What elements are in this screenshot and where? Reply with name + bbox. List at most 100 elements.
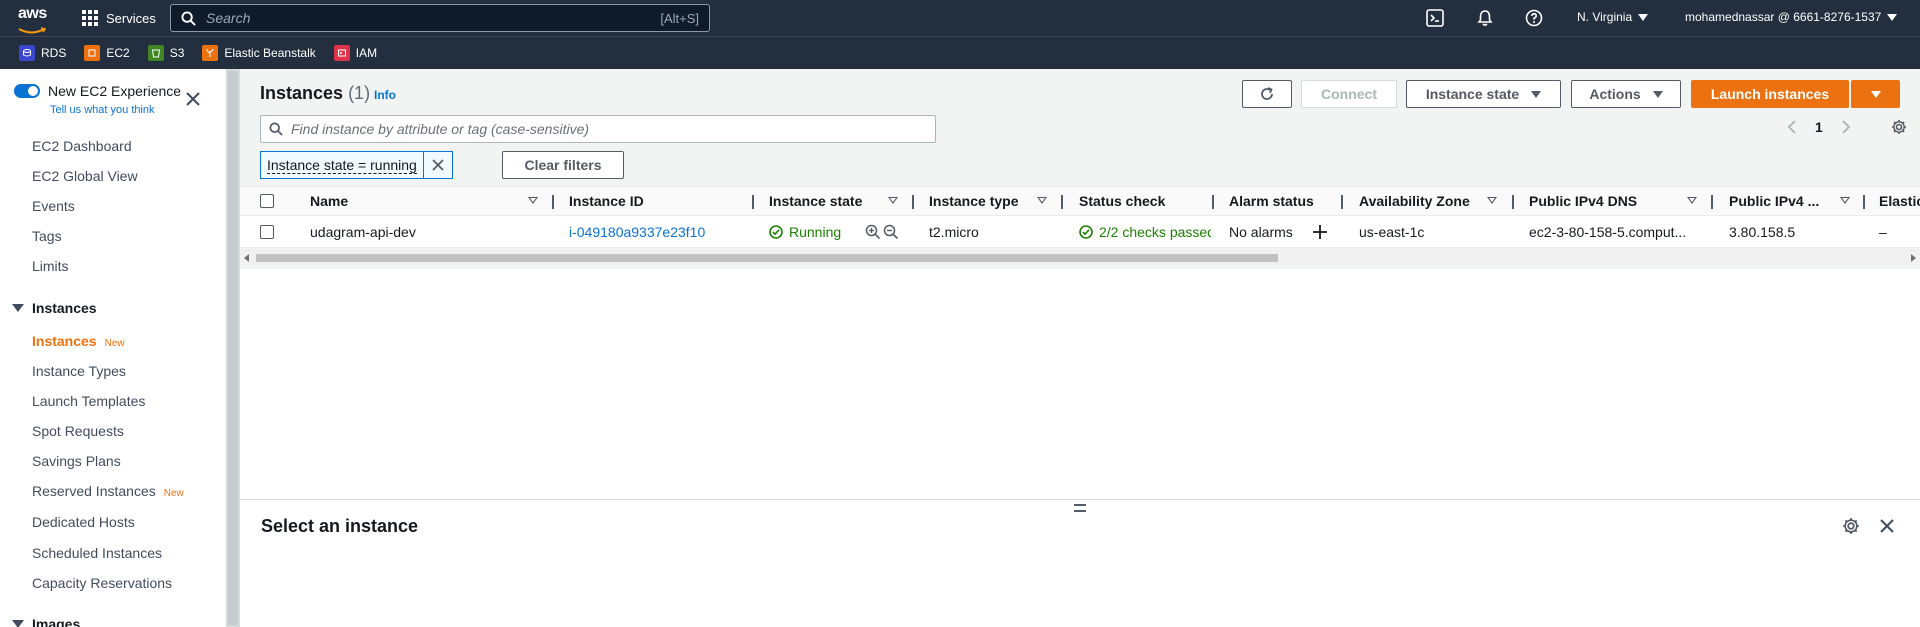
sidebar-item-tags[interactable]: Tags	[32, 228, 62, 244]
services-menu-button[interactable]: Services	[82, 8, 156, 28]
favorite-label: IAM	[355, 46, 378, 60]
column-header-public-ipv4[interactable]: Public IPv4 ...	[1729, 187, 1819, 215]
caret-down-icon	[1887, 13, 1898, 21]
filter-caret-icon[interactable]	[888, 197, 898, 204]
new-experience-toggle[interactable]	[14, 84, 40, 98]
select-all-checkbox[interactable]	[260, 194, 274, 208]
caret-down-icon	[1652, 90, 1663, 98]
table-row[interactable]: udagram-api-dev i-049180a9337e23f10 Runn…	[240, 216, 1920, 248]
sidebar-item-launch-templates[interactable]: Launch Templates	[32, 393, 145, 409]
page-number[interactable]: 1	[1815, 119, 1823, 135]
sidebar-item-events[interactable]: Events	[32, 198, 75, 214]
launch-instances-label: Launch instances	[1710, 86, 1830, 102]
feedback-link[interactable]: Tell us what you think	[50, 104, 155, 116]
column-resizer[interactable]	[752, 195, 754, 209]
new-experience-toggle-row: New EC2 Experience	[14, 83, 181, 99]
scroll-left-icon[interactable]	[244, 254, 249, 262]
filter-caret-icon[interactable]	[1687, 197, 1697, 204]
favorite-elastic-beanstalk[interactable]: Elastic Beanstalk	[202, 45, 316, 61]
column-header-public-ipv4-dns[interactable]: Public IPv4 DNS	[1529, 187, 1637, 215]
split-panel-resize-handle[interactable]	[1074, 504, 1086, 512]
caret-down-icon	[1531, 90, 1542, 98]
chevron-right-icon[interactable]	[1837, 119, 1853, 135]
column-resizer[interactable]	[1341, 195, 1343, 209]
instance-search-box[interactable]	[260, 115, 936, 143]
gear-icon[interactable]	[1891, 119, 1907, 135]
column-header-name[interactable]: Name	[310, 187, 348, 215]
sidebar-item-limits[interactable]: Limits	[32, 258, 69, 274]
sidebar-item-ec2-dashboard[interactable]: EC2 Dashboard	[32, 138, 132, 154]
info-link[interactable]: Info	[374, 88, 396, 102]
column-resizer[interactable]	[912, 195, 914, 209]
filter-caret-icon[interactable]	[1840, 197, 1850, 204]
refresh-button[interactable]	[1242, 80, 1292, 108]
column-header-instance-type[interactable]: Instance type	[929, 187, 1018, 215]
sidebar-section-images[interactable]: Images	[12, 616, 80, 627]
column-resizer[interactable]	[1711, 195, 1713, 209]
region-selector[interactable]: N. Virginia	[1577, 10, 1649, 24]
add-alarm-icon[interactable]	[1312, 216, 1328, 247]
connect-button[interactable]: Connect	[1301, 80, 1397, 108]
scrollbar-thumb[interactable]	[256, 254, 1278, 262]
sidebar-item-capacity-reservations[interactable]: Capacity Reservations	[32, 575, 172, 591]
actions-label: Actions	[1589, 86, 1641, 102]
column-resizer[interactable]	[1863, 195, 1865, 209]
filter-caret-icon[interactable]	[528, 197, 538, 204]
sidebar-item-dedicated-hosts[interactable]: Dedicated Hosts	[32, 514, 135, 530]
cloudshell-icon[interactable]	[1425, 8, 1445, 28]
column-header-availability-zone[interactable]: Availability Zone	[1359, 187, 1470, 215]
sidebar-section-instances[interactable]: Instances	[12, 300, 97, 316]
zoom-in-icon[interactable]	[865, 224, 881, 240]
notifications-bell-icon[interactable]	[1475, 8, 1495, 28]
sidebar-item-instances[interactable]: Instances New	[32, 333, 125, 349]
zoom-out-icon[interactable]	[883, 224, 899, 240]
favorite-s3[interactable]: S3	[147, 45, 184, 61]
account-menu[interactable]: mohamednassar @ 6661-8276-1537	[1685, 10, 1898, 24]
sidebar-item-spot-requests[interactable]: Spot Requests	[32, 423, 124, 439]
actions-dropdown[interactable]: Actions	[1571, 80, 1681, 108]
favorite-iam[interactable]: IAM	[333, 45, 378, 61]
chevron-left-icon[interactable]	[1785, 119, 1801, 135]
column-header-instance-id[interactable]: Instance ID	[569, 187, 644, 215]
column-header-alarm-status[interactable]: Alarm status	[1229, 187, 1314, 215]
filter-caret-icon[interactable]	[1487, 197, 1497, 204]
aws-logo[interactable]: aws	[18, 6, 52, 34]
sidebar-item-instance-types[interactable]: Instance Types	[32, 363, 126, 379]
column-header-instance-state[interactable]: Instance state	[769, 187, 862, 215]
filter-token-label[interactable]: Instance state = running	[261, 152, 424, 178]
global-search-input[interactable]	[206, 10, 661, 26]
new-experience-label: New EC2 Experience	[48, 83, 182, 99]
sidebar-item-ec2-global-view[interactable]: EC2 Global View	[32, 168, 138, 184]
sidebar-item-scheduled-instances[interactable]: Scheduled Instances	[32, 545, 162, 561]
sidebar-item-label: Instances	[32, 333, 97, 349]
close-icon[interactable]	[1878, 517, 1896, 535]
global-search-box[interactable]: [Alt+S]	[170, 4, 710, 32]
column-resizer[interactable]	[552, 195, 554, 209]
launch-instances-dropdown[interactable]	[1851, 80, 1900, 108]
column-resizer[interactable]	[1512, 195, 1514, 209]
column-header-elastic-ip[interactable]: Elastic	[1879, 187, 1920, 215]
cell-name[interactable]: udagram-api-dev	[310, 216, 416, 247]
filter-caret-icon[interactable]	[1037, 197, 1047, 204]
table-horizontal-scrollbar[interactable]	[240, 250, 1920, 264]
instance-search-input[interactable]	[291, 121, 927, 137]
column-header-status-check[interactable]: Status check	[1079, 187, 1165, 215]
remove-filter-button[interactable]	[424, 152, 452, 178]
sidebar-item-reserved-instances[interactable]: Reserved Instances New	[32, 483, 184, 499]
clear-filters-button[interactable]: Clear filters	[502, 151, 624, 179]
favorite-ec2[interactable]: EC2	[84, 45, 130, 61]
help-icon[interactable]	[1524, 8, 1544, 28]
column-resizer[interactable]	[1061, 195, 1063, 209]
scroll-right-icon[interactable]	[1911, 254, 1916, 262]
gear-icon[interactable]	[1842, 517, 1860, 535]
scrollbar-thumb[interactable]	[228, 71, 238, 625]
instance-state-dropdown[interactable]: Instance state	[1406, 80, 1561, 108]
sidebar-scrollbar[interactable]	[226, 69, 240, 627]
cell-instance-id-link[interactable]: i-049180a9337e23f10	[569, 216, 705, 247]
launch-instances-button[interactable]: Launch instances	[1691, 80, 1849, 108]
favorite-rds[interactable]: RDS	[19, 45, 66, 61]
close-icon[interactable]	[184, 90, 202, 108]
sidebar-item-savings-plans[interactable]: Savings Plans	[32, 453, 121, 469]
column-resizer[interactable]	[1212, 195, 1214, 209]
row-checkbox[interactable]	[260, 224, 274, 239]
